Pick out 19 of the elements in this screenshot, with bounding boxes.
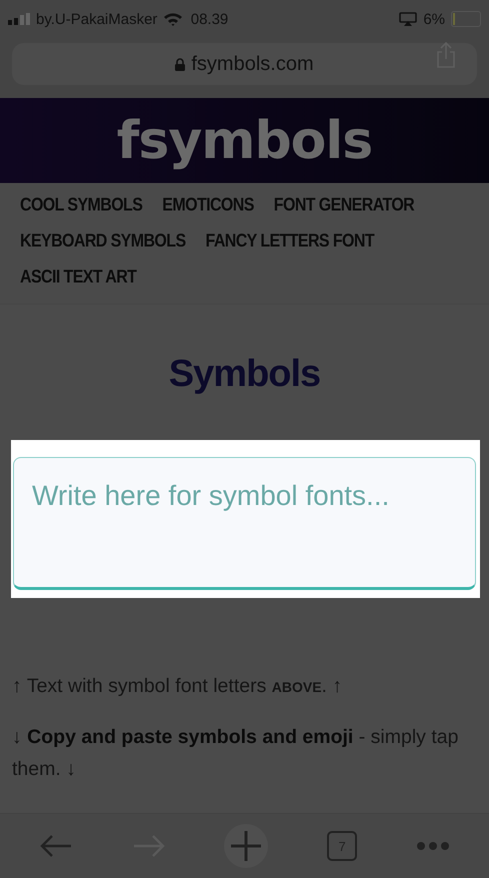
airplay-icon <box>399 12 418 26</box>
nav-link[interactable]: ASCII TEXT ART <box>20 268 136 288</box>
site-logo[interactable]: fsymbols <box>116 110 372 170</box>
lock-icon <box>175 58 186 70</box>
battery-icon <box>451 11 482 27</box>
new-tab-button[interactable] <box>224 824 268 868</box>
symbol-text-input[interactable]: Write here for symbol fonts... <box>13 457 476 590</box>
more-icon[interactable] <box>416 841 450 851</box>
address-bar[interactable]: fsymbols.com <box>12 43 477 85</box>
back-icon[interactable] <box>39 834 74 858</box>
nav-link[interactable]: FANCY LETTERS FONT <box>206 232 374 252</box>
nav-link[interactable]: EMOTICONS <box>162 196 254 216</box>
nav-link[interactable]: KEYBOARD SYMBOLS <box>20 232 186 252</box>
nav-link[interactable]: FONT GENERATOR <box>274 196 414 216</box>
share-icon[interactable] <box>436 42 456 68</box>
page-heading: Symbols <box>168 353 322 396</box>
signal-icon <box>8 13 30 25</box>
nav-link[interactable]: COOL SYMBOLS <box>20 196 142 216</box>
wifi-icon <box>163 12 184 26</box>
